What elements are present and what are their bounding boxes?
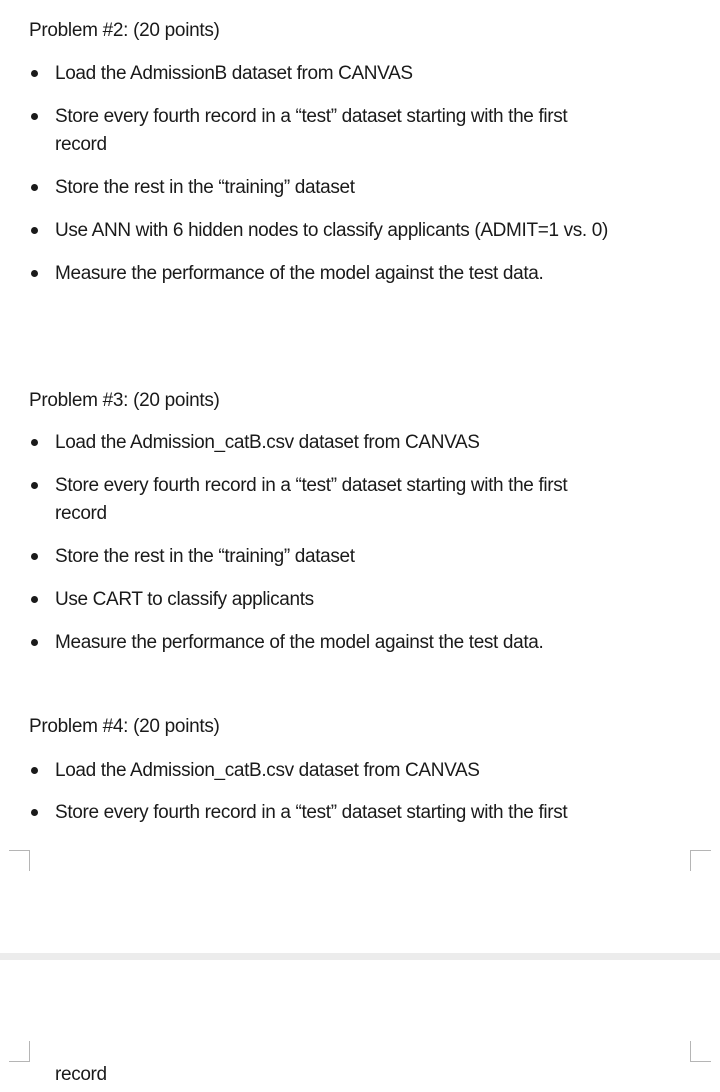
list-item-text-continued: record	[55, 503, 107, 524]
bullet-icon	[31, 553, 38, 560]
list-item-text: Measure the performance of the model aga…	[55, 263, 544, 284]
page-corner-mark-top-right	[690, 850, 711, 871]
bullet-icon	[31, 767, 38, 774]
list-item-text: Use ANN with 6 hidden nodes to classify …	[55, 220, 608, 241]
problem-3-heading: Problem #3: (20 points)	[29, 390, 220, 411]
list-item-text: Use CART to classify applicants	[55, 589, 314, 610]
list-item-text: Store every fourth record in a “test” da…	[55, 106, 568, 127]
bullet-icon	[31, 639, 38, 646]
page-corner-mark-bottom-right	[690, 1041, 711, 1062]
list-item-text: Store every fourth record in a “test” da…	[55, 802, 568, 823]
bullet-icon	[31, 184, 38, 191]
bullet-icon	[31, 596, 38, 603]
list-item-text: Load the Admission_catB.csv dataset from…	[55, 432, 480, 453]
list-item-text: Load the Admission_catB.csv dataset from…	[55, 760, 480, 781]
list-item-text-continued: record	[55, 134, 107, 155]
problem-4-heading: Problem #4: (20 points)	[29, 716, 220, 737]
page-break-divider	[0, 953, 720, 960]
page-corner-mark-top-left	[9, 850, 30, 871]
bullet-icon	[31, 227, 38, 234]
bullet-icon	[31, 482, 38, 489]
list-item-text: Store the rest in the “training” dataset	[55, 546, 355, 567]
list-item-text: Store every fourth record in a “test” da…	[55, 475, 568, 496]
bullet-icon	[31, 270, 38, 277]
bullet-icon	[31, 70, 38, 77]
list-item-text: Store the rest in the “training” dataset	[55, 177, 355, 198]
list-item-text: Measure the performance of the model aga…	[55, 632, 544, 653]
list-item-text: Load the AdmissionB dataset from CANVAS	[55, 63, 413, 84]
bullet-icon	[31, 809, 38, 816]
list-item-text-continued: record	[55, 1064, 107, 1085]
problem-2-heading: Problem #2: (20 points)	[29, 20, 220, 41]
page-corner-mark-bottom-left	[9, 1041, 30, 1062]
bullet-icon	[31, 113, 38, 120]
bullet-icon	[31, 439, 38, 446]
